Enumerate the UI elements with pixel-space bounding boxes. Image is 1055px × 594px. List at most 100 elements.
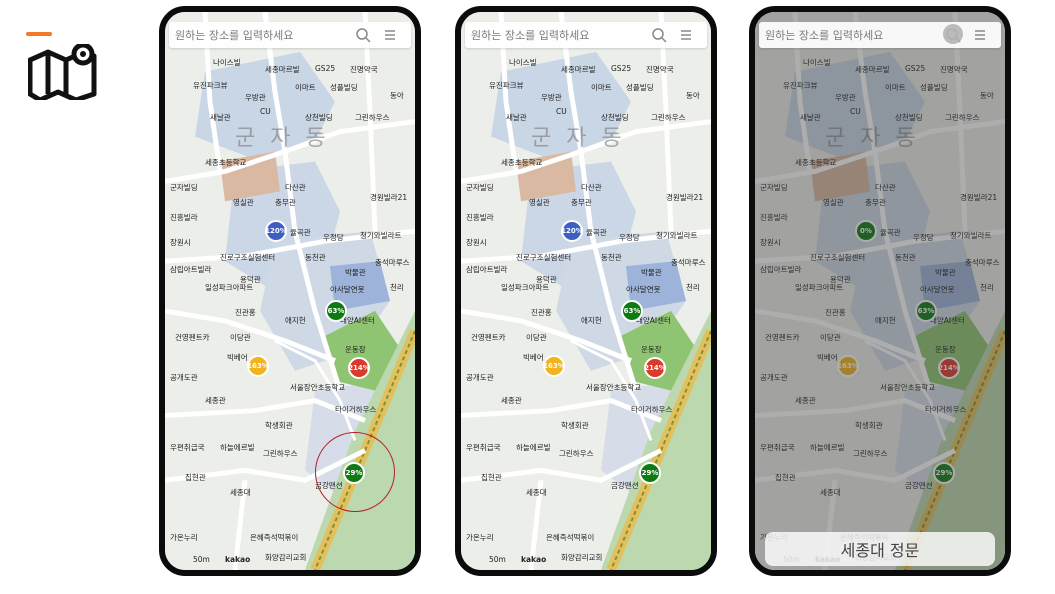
place-label: 진흥빌라	[170, 213, 198, 222]
place-label: 세종관	[205, 396, 226, 405]
place-label: 군자빌딩	[170, 183, 198, 192]
menu-icon[interactable]	[383, 28, 397, 42]
place-label: 영실관	[529, 198, 550, 207]
place-label: 우편취급국	[170, 443, 205, 452]
place-label: 서울장안초등학교	[586, 383, 642, 392]
place-label: 경원빌라21	[666, 193, 704, 202]
place-label: 빅베어	[523, 353, 544, 362]
place-label: GS25	[611, 64, 632, 73]
place-label: 공개도관	[466, 373, 494, 382]
place-label: 건영펜트카	[175, 333, 210, 342]
map-background[interactable]	[461, 12, 711, 570]
place-label: 세종초등학교	[501, 158, 543, 167]
place-label: 우방관	[245, 93, 266, 102]
place-label: 진로구조실험센터	[220, 253, 276, 262]
place-label: 충석마루스	[671, 258, 706, 267]
occupancy-badge[interactable]: 163%	[247, 355, 269, 377]
occupancy-badge[interactable]: 120%	[561, 220, 583, 242]
place-label: 상천빌딩	[305, 113, 333, 122]
kakao-logo: kakao	[521, 555, 547, 564]
place-label: 진관홍	[235, 308, 256, 317]
place-label: 진관홍	[531, 308, 552, 317]
search-icon[interactable]	[651, 27, 667, 43]
map-pin-icon	[28, 44, 97, 100]
occupancy-badge[interactable]: 214%	[644, 357, 666, 379]
search-bar[interactable]: 원하는 장소를 입력하세요	[465, 22, 707, 48]
scale-label: 50m	[193, 555, 210, 564]
place-label: 유진파크뷰	[489, 81, 524, 90]
search-bar[interactable]: 원하는 장소를 입력하세요	[759, 22, 1001, 48]
place-label: 나이스빌	[213, 58, 241, 67]
place-label: 우방관	[541, 93, 562, 102]
search-input[interactable]: 원하는 장소를 입력하세요	[471, 27, 589, 43]
place-label: 진흥빌라	[466, 213, 494, 222]
place-label: CU	[260, 107, 271, 116]
place-label: 이마트	[591, 83, 612, 92]
place-label: 충석마루스	[375, 258, 410, 267]
place-label: 금강맨션	[611, 481, 639, 490]
place-label: 애지헌	[285, 316, 306, 325]
place-label: 박물관	[641, 268, 662, 277]
phone-screen-2: 군 자 동 나이스빌 세종마르빌 GS25 진명약국 유진파크뷰 이마트 성플빌딩 동아 우방관 새…	[455, 6, 717, 576]
place-label: 집현관	[481, 473, 502, 482]
place-label: 건영펜트카	[471, 333, 506, 342]
place-label: 타이거하우스	[335, 405, 377, 414]
place-label: 진로구조실험센터	[516, 253, 572, 262]
place-label: 삼립아트빌라	[170, 265, 212, 274]
occupancy-badge[interactable]: 163%	[543, 355, 565, 377]
place-label: 가온누리	[170, 533, 198, 542]
place-label: 그린하우스	[559, 449, 594, 458]
place-label: 화양감리교회	[265, 553, 307, 562]
kakao-logo: kakao	[225, 555, 251, 564]
place-label: 동아	[686, 91, 700, 100]
place-label: 세종초등학교	[205, 158, 247, 167]
place-label: 집현관	[185, 473, 206, 482]
place-label: 공개도관	[170, 373, 198, 382]
place-label: 서울장안초등학교	[290, 383, 346, 392]
place-label: 충무관	[571, 198, 592, 207]
occupancy-badge[interactable]: 120%	[265, 220, 287, 242]
search-button-highlight[interactable]	[943, 24, 963, 44]
place-label: 다산관	[581, 183, 602, 192]
search-input[interactable]: 원하는 장소를 입력하세요	[175, 27, 293, 43]
menu-icon[interactable]	[679, 28, 693, 42]
place-label: 청기와빌라트	[360, 231, 402, 240]
occupancy-badge[interactable]: 214%	[348, 357, 370, 379]
place-label: CU	[556, 107, 567, 116]
place-label: 은혜즉석떡볶이	[250, 533, 299, 542]
place-label: 은혜즉석떡볶이	[546, 533, 595, 542]
place-label: 영실관	[233, 198, 254, 207]
place-label: 운동장	[345, 345, 366, 354]
place-label: 동천관	[305, 253, 326, 262]
search-input[interactable]: 원하는 장소를 입력하세요	[765, 27, 883, 43]
place-label: 율곡관	[586, 228, 607, 237]
accent-bar	[26, 32, 52, 36]
location-toast[interactable]: 세종대 정문	[765, 532, 995, 566]
place-label: 빅베어	[227, 353, 248, 362]
place-label: 이당관	[230, 333, 251, 342]
place-label: 하늘에르빌	[516, 443, 551, 452]
place-label: 학생회관	[561, 421, 589, 430]
place-label: 천리	[390, 283, 404, 292]
place-label: 이마트	[295, 83, 316, 92]
place-label: 그린하우스	[651, 113, 686, 122]
search-bar[interactable]: 원하는 장소를 입력하세요	[169, 22, 411, 48]
place-label: 세종마르빌	[265, 65, 300, 74]
place-label: 세종대	[230, 488, 251, 497]
search-icon[interactable]	[355, 27, 371, 43]
place-label: 충무관	[275, 198, 296, 207]
occupancy-badge[interactable]: 63%	[621, 300, 643, 322]
menu-icon[interactable]	[973, 28, 987, 42]
place-label: 세종관	[501, 396, 522, 405]
occupancy-badge[interactable]: 63%	[325, 300, 347, 322]
place-label: 군자빌딩	[466, 183, 494, 192]
occupancy-badge[interactable]: 29%	[639, 462, 661, 484]
place-label: 박물관	[345, 268, 366, 277]
place-label: 타이거하우스	[631, 405, 673, 414]
place-label: 세종마르빌	[561, 65, 596, 74]
district-label: 군 자 동	[531, 126, 626, 151]
place-label: 동천관	[601, 253, 622, 262]
dim-overlay	[755, 12, 1005, 570]
place-label: 유진파크뷰	[193, 81, 228, 90]
district-label: 군 자 동	[235, 126, 330, 151]
